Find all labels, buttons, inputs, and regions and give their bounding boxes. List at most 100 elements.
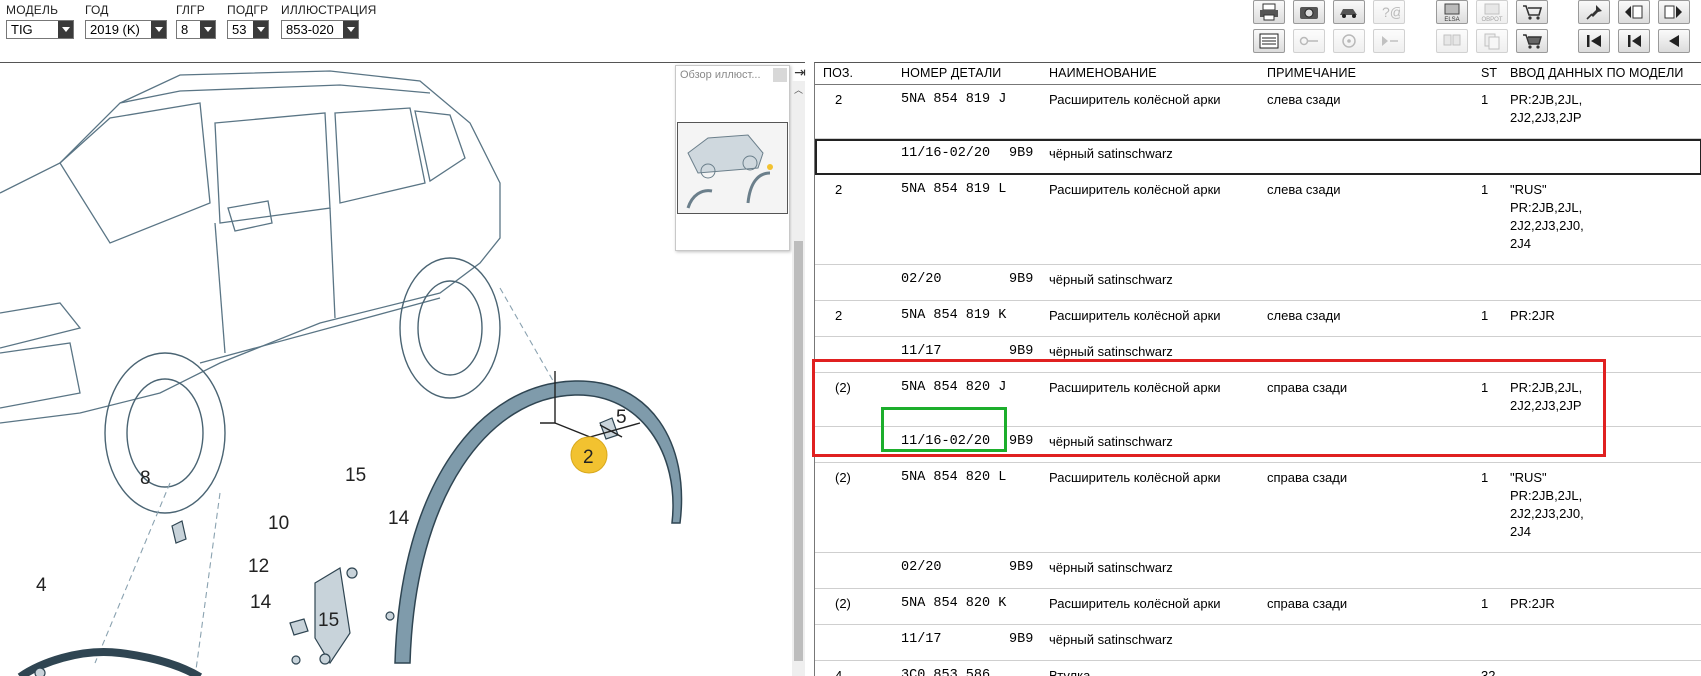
callout-8[interactable]: 8 bbox=[140, 468, 151, 489]
table-row[interactable]: (2) 5NA 854 820 L Расширитель колёсной а… bbox=[815, 463, 1701, 553]
header-name[interactable]: НАИМЕНОВАНИЕ bbox=[1049, 63, 1157, 80]
model-selector[interactable]: МОДЕЛЬ TIG bbox=[6, 3, 74, 39]
drawing-vertical-scrollbar[interactable]: ︿ bbox=[792, 81, 805, 676]
cart-button[interactable] bbox=[1516, 29, 1548, 53]
row-note: справа сзади bbox=[1267, 596, 1348, 611]
pin-button[interactable] bbox=[1578, 0, 1610, 24]
screw-15-bottom bbox=[319, 653, 331, 665]
sub-group-selector[interactable]: ПОДГР 53 bbox=[227, 3, 269, 39]
table-row[interactable]: 2 5NA 854 819 L Расширитель колёсной арк… bbox=[815, 175, 1701, 265]
step-back-icon bbox=[1628, 35, 1641, 47]
row-name: Расширитель колёсной арки bbox=[1049, 470, 1221, 485]
header-pos[interactable]: ПОЗ. bbox=[823, 63, 853, 80]
table-header: ПОЗ. НОМЕР ДЕТАЛИ НАИМЕНОВАНИЕ ПРИМЕЧАНИ… bbox=[815, 63, 1701, 85]
row-pos: (2) bbox=[835, 596, 851, 611]
model-label: МОДЕЛЬ bbox=[6, 3, 59, 17]
next-page-button[interactable] bbox=[1658, 0, 1690, 24]
exploded-view-drawing[interactable]: 2 5 8 15 10 14 12 14 15 4 bbox=[0, 63, 790, 676]
row-code: 9B9 bbox=[1009, 272, 1034, 287]
callout-14-left[interactable]: 14 bbox=[250, 592, 272, 613]
table-row[interactable]: 2 5NA 854 819 K Расширитель колёсной арк… bbox=[815, 301, 1701, 337]
row-name: Расширитель колёсной арки bbox=[1049, 92, 1221, 107]
clip-8 bbox=[171, 520, 187, 544]
forward-button[interactable] bbox=[1373, 29, 1405, 53]
skip-first-icon bbox=[1587, 35, 1601, 47]
sub-group-dropdown[interactable]: 53 bbox=[227, 20, 269, 39]
help-button[interactable]: ?@ bbox=[1373, 0, 1405, 24]
overview-panel[interactable]: Обзор иллюст... bbox=[675, 65, 790, 251]
table-row[interactable]: (2) 5NA 854 820 J Расширитель колёсной а… bbox=[815, 373, 1701, 427]
parts-list-button[interactable] bbox=[1253, 29, 1285, 53]
header-part-number[interactable]: НОМЕР ДЕТАЛИ bbox=[901, 63, 1001, 80]
overview-close-icon[interactable] bbox=[773, 68, 787, 82]
compare-button[interactable] bbox=[1436, 29, 1468, 53]
previous-button[interactable] bbox=[1618, 29, 1650, 53]
table-row[interactable]: 11/17 9B9 чёрный satinschwarz bbox=[815, 337, 1701, 373]
overview-thumbnail[interactable] bbox=[677, 122, 788, 214]
illustration-dropdown[interactable]: 853-020 bbox=[281, 20, 359, 39]
callout-14-right[interactable]: 14 bbox=[388, 508, 410, 529]
steering-wheel-icon bbox=[1342, 34, 1356, 48]
illustration-pane[interactable]: 2 5 8 15 10 14 12 14 15 4 Обзор иллюст..… bbox=[0, 62, 806, 676]
chevron-down-icon[interactable] bbox=[200, 21, 215, 38]
model-dropdown[interactable]: TIG bbox=[6, 20, 74, 39]
row-part-number: 5NA 854 820 J bbox=[901, 380, 1007, 395]
callout-10[interactable]: 10 bbox=[268, 513, 289, 534]
table-row[interactable]: 2 5NA 854 819 J Расширитель колёсной арк… bbox=[815, 85, 1701, 139]
callout-5[interactable]: 5 bbox=[616, 407, 627, 428]
table-row[interactable]: (2) 5NA 854 820 K Расширитель колёсной а… bbox=[815, 589, 1701, 625]
back-button[interactable] bbox=[1658, 29, 1690, 53]
obrot-button[interactable]: OBPOT bbox=[1476, 0, 1508, 24]
steering-button[interactable] bbox=[1333, 29, 1365, 53]
year-dropdown[interactable]: 2019 (K) bbox=[85, 20, 167, 39]
chevron-down-icon[interactable] bbox=[343, 21, 358, 38]
scroll-up-icon[interactable]: ︿ bbox=[792, 83, 805, 95]
key-button[interactable] bbox=[1293, 29, 1325, 53]
chevron-down-icon[interactable] bbox=[253, 21, 268, 38]
pin-panel-icon[interactable]: ⇥ bbox=[790, 65, 810, 81]
callout-15-bottom[interactable]: 15 bbox=[318, 610, 339, 631]
elsa-button[interactable]: ELSA bbox=[1436, 0, 1468, 24]
row-name: Расширитель колёсной арки bbox=[1049, 596, 1221, 611]
header-model-data[interactable]: ВВОД ДАННЫХ ПО МОДЕЛИ bbox=[1510, 63, 1684, 80]
chevron-down-icon[interactable] bbox=[58, 21, 73, 38]
callout-12[interactable]: 12 bbox=[248, 556, 269, 577]
row-model-data: PR:2JR bbox=[1510, 596, 1555, 611]
pushpin-icon bbox=[1586, 5, 1602, 20]
callout-4[interactable]: 4 bbox=[36, 575, 47, 596]
header-note[interactable]: ПРИМЕЧАНИЕ bbox=[1267, 63, 1356, 80]
row-name: чёрный satinschwarz bbox=[1049, 146, 1173, 161]
row-code: 9B9 bbox=[1009, 434, 1034, 449]
parts-table: ПОЗ. НОМЕР ДЕТАЛИ НАИМЕНОВАНИЕ ПРИМЕЧАНИ… bbox=[814, 62, 1701, 676]
prev-page-button[interactable] bbox=[1618, 0, 1650, 24]
sub-group-label: ПОДГР bbox=[227, 3, 269, 17]
year-selector[interactable]: ГОД 2019 (K) bbox=[85, 3, 167, 39]
illustration-selector[interactable]: ИЛЛЮСТРАЦИЯ 853-020 bbox=[281, 3, 376, 39]
illustration-value: 853-020 bbox=[286, 22, 334, 37]
callout-2[interactable]: 2 bbox=[583, 447, 594, 468]
shopping-cart-icon bbox=[1523, 34, 1542, 49]
camera-button[interactable] bbox=[1293, 0, 1325, 24]
car-tools-button[interactable] bbox=[1333, 0, 1365, 24]
first-page-button[interactable] bbox=[1578, 29, 1610, 53]
scrollbar-thumb[interactable] bbox=[794, 241, 803, 661]
table-row[interactable]: 02/20 9B9 чёрный satinschwarz bbox=[815, 553, 1701, 589]
year-label: ГОД bbox=[85, 3, 109, 17]
main-group-selector[interactable]: ГЛГР 8 bbox=[176, 3, 216, 39]
cart-add-button[interactable] bbox=[1516, 0, 1548, 24]
table-row-selected[interactable]: 11/16-02/20 9B9 чёрный satinschwarz bbox=[815, 139, 1701, 175]
row-st: 32 bbox=[1481, 668, 1496, 676]
documents-button[interactable] bbox=[1476, 29, 1508, 53]
table-row[interactable]: 11/16-02/20 9B9 чёрный satinschwarz bbox=[815, 427, 1701, 463]
header-st[interactable]: ST bbox=[1481, 63, 1497, 80]
print-button[interactable] bbox=[1253, 0, 1285, 24]
callout-15-top[interactable]: 15 bbox=[345, 465, 366, 486]
main-group-dropdown[interactable]: 8 bbox=[176, 20, 216, 39]
table-row[interactable]: 02/20 9B9 чёрный satinschwarz bbox=[815, 265, 1701, 301]
screw-15-top bbox=[346, 567, 358, 579]
front-wheel-rim bbox=[126, 378, 204, 488]
elsa-label: ELSA bbox=[1444, 17, 1460, 23]
chevron-down-icon[interactable] bbox=[151, 21, 166, 38]
table-row[interactable]: 4 3C0 853 586 Втулка 32 bbox=[815, 661, 1701, 676]
table-row[interactable]: 11/17 9B9 чёрный satinschwarz bbox=[815, 625, 1701, 661]
